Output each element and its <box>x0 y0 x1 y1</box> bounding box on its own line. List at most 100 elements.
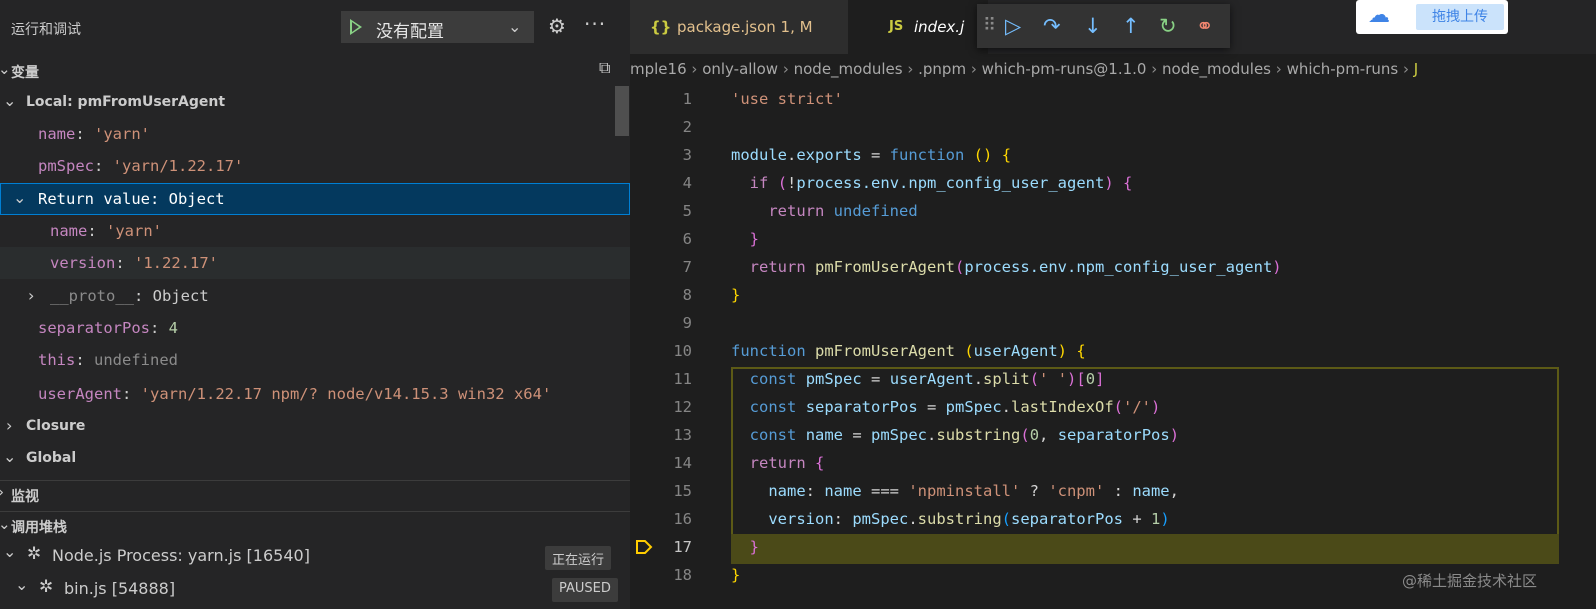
line-number: 6 <box>682 230 692 248</box>
variable-value: 'yarn' <box>94 125 150 143</box>
chevron-down-icon: ⌄ <box>15 575 29 594</box>
debug-toolbar: ⠿ ▷ ↷ ↓ ↑ ↻ ⚭ <box>977 4 1230 48</box>
variable-name: this <box>38 351 76 369</box>
line-number: 5 <box>682 202 692 220</box>
chevron-down-icon: ⌄ <box>0 60 11 78</box>
chevron-down-icon[interactable]: ⌄ <box>508 17 521 36</box>
code-line: return undefined <box>768 202 918 220</box>
code-line: } <box>749 230 760 248</box>
bug-icon: ✲ <box>27 544 42 564</box>
variable-name: userAgent <box>38 385 122 403</box>
variable-row[interactable]: version: '1.22.17' <box>0 247 630 279</box>
code-line: return pmFromUserAgent(process.env.npm_c… <box>749 258 1282 276</box>
line-number: 13 <box>673 426 692 444</box>
variable-value: undefined <box>94 351 178 369</box>
bug-icon: ✲ <box>39 577 54 597</box>
code-line: } <box>749 538 760 556</box>
variable-row[interactable]: › __proto__: Object <box>0 280 630 312</box>
breadcrumb-item[interactable]: which-pm-runs <box>1287 60 1399 78</box>
restart-icon[interactable]: ↻ <box>1159 14 1177 38</box>
line-number: 9 <box>682 314 692 332</box>
return-value-row[interactable]: ⌄ Return value: Object <box>0 183 630 215</box>
breadcrumb-item[interactable]: J <box>1414 60 1418 78</box>
step-into-icon[interactable]: ↓ <box>1084 14 1102 38</box>
tab-label: package.json 1, M <box>677 18 813 36</box>
scope-closure[interactable]: › Closure <box>0 410 630 442</box>
start-debugging-icon[interactable] <box>350 19 362 35</box>
cloud-icon: ☁ <box>1368 3 1390 28</box>
drag-handle-icon[interactable]: ⠿ <box>983 15 996 36</box>
status-badge: 正在运行 <box>545 546 612 570</box>
upload-button[interactable]: 拖拽上传 <box>1416 4 1504 30</box>
watch-section-header[interactable]: › 监视 <box>0 480 630 508</box>
run-view-title: 运行和调试 <box>11 22 81 38</box>
breadcrumb-path[interactable]: mple16 › only-allow › node_modules › .pn… <box>630 60 1418 78</box>
variable-row[interactable]: pmSpec: 'yarn/1.22.17' <box>0 150 630 182</box>
breadcrumb-item[interactable]: node_modules <box>1162 60 1271 78</box>
continue-icon[interactable]: ▷ <box>1005 14 1021 38</box>
variable-value: Object <box>152 287 209 305</box>
code-line: } <box>731 566 741 584</box>
code-line: version: pmSpec.substring(separatorPos +… <box>768 510 1170 528</box>
code-line: return { <box>749 454 825 472</box>
launch-config-label: 没有配置 <box>376 22 444 42</box>
scope-global[interactable]: ⌄ Global <box>0 442 630 474</box>
code-line: } <box>731 286 741 304</box>
step-over-icon[interactable]: ↷ <box>1043 14 1061 38</box>
callstack-thread-row[interactable]: ⌄ ✲ bin.js [54888] PAUSED <box>0 575 630 607</box>
gear-icon[interactable]: ⚙ <box>548 14 566 38</box>
breadcrumb-item[interactable]: mple16 <box>630 60 687 78</box>
current-execution-line <box>731 534 1559 564</box>
callstack-section-header[interactable]: ⌄ 调用堆栈 <box>0 511 630 539</box>
chevron-down-icon: ⌄ <box>13 188 27 207</box>
step-out-icon[interactable]: ↑ <box>1122 14 1140 38</box>
chevron-right-icon: › <box>0 483 4 501</box>
callstack-thread-label: bin.js [54888] <box>64 579 176 598</box>
scope-local-label: Local: pmFromUserAgent <box>26 94 226 110</box>
chevron-right-icon: › <box>6 416 13 435</box>
variable-name: pmSpec <box>38 157 94 175</box>
variables-label: 变量 <box>11 65 39 81</box>
watermark: @稀土掘金技术社区 <box>1402 572 1538 590</box>
variable-value: '1.22.17' <box>134 254 218 272</box>
code-line: name: name === 'npminstall' ? 'cnpm' : n… <box>768 482 1179 500</box>
return-value-label: Return value: Object <box>38 190 225 208</box>
chevron-right-icon: › <box>28 286 35 305</box>
scrollbar-thumb[interactable] <box>615 86 629 136</box>
variables-section-header[interactable]: ⌄ 变量 <box>0 57 630 85</box>
variable-name: version <box>50 254 116 272</box>
line-number: 14 <box>673 454 692 472</box>
more-actions-icon[interactable]: ··· <box>584 12 606 36</box>
tab-package-json[interactable]: {} package.json 1, M <box>630 0 848 54</box>
breadcrumb-item[interactable]: which-pm-runs@1.1.0 <box>982 60 1147 78</box>
variable-name: separatorPos <box>38 319 150 337</box>
variable-row[interactable]: name: 'yarn' <box>0 215 630 247</box>
line-number: 16 <box>673 510 692 528</box>
callstack-process-row[interactable]: ⌄ ✲ Node.js Process: yarn.js [16540] 正在运… <box>0 542 630 574</box>
variable-name: name <box>50 222 88 240</box>
variable-row[interactable]: userAgent: 'yarn/1.22.17 npm/? node/v14.… <box>0 378 630 410</box>
line-number: 12 <box>673 398 692 416</box>
launch-config-select[interactable]: 没有配置 ⌄ <box>341 11 534 43</box>
variable-row[interactable]: name: 'yarn' <box>0 118 630 150</box>
variable-row[interactable]: this: undefined <box>0 344 630 376</box>
line-number: 1 <box>682 90 692 108</box>
tab-index-js[interactable]: JS index.j <box>848 0 988 54</box>
code-line: const pmSpec = userAgent.split(' ')[0] <box>749 370 1105 388</box>
line-number: 11 <box>673 370 692 388</box>
disconnect-icon[interactable]: ⚭ <box>1196 14 1214 38</box>
line-number: 18 <box>673 566 692 584</box>
variable-name: name <box>38 125 76 143</box>
breadcrumb-item[interactable]: node_modules <box>794 60 903 78</box>
variable-row[interactable]: separatorPos: 4 <box>0 312 630 344</box>
variable-name: __proto__ <box>50 287 134 305</box>
line-number: 10 <box>673 342 692 360</box>
collapse-all-icon[interactable]: ⧉ <box>599 58 610 78</box>
js-file-icon: JS <box>889 19 904 34</box>
code-line: 'use strict' <box>731 90 843 108</box>
breadcrumb-item[interactable]: .pnpm <box>918 60 966 78</box>
scope-local[interactable]: ⌄ Local: pmFromUserAgent <box>0 86 630 118</box>
upload-widget[interactable]: ☁ 拖拽上传 <box>1356 0 1508 34</box>
variable-value: 4 <box>168 319 178 337</box>
breadcrumb-item[interactable]: only-allow <box>702 60 778 78</box>
